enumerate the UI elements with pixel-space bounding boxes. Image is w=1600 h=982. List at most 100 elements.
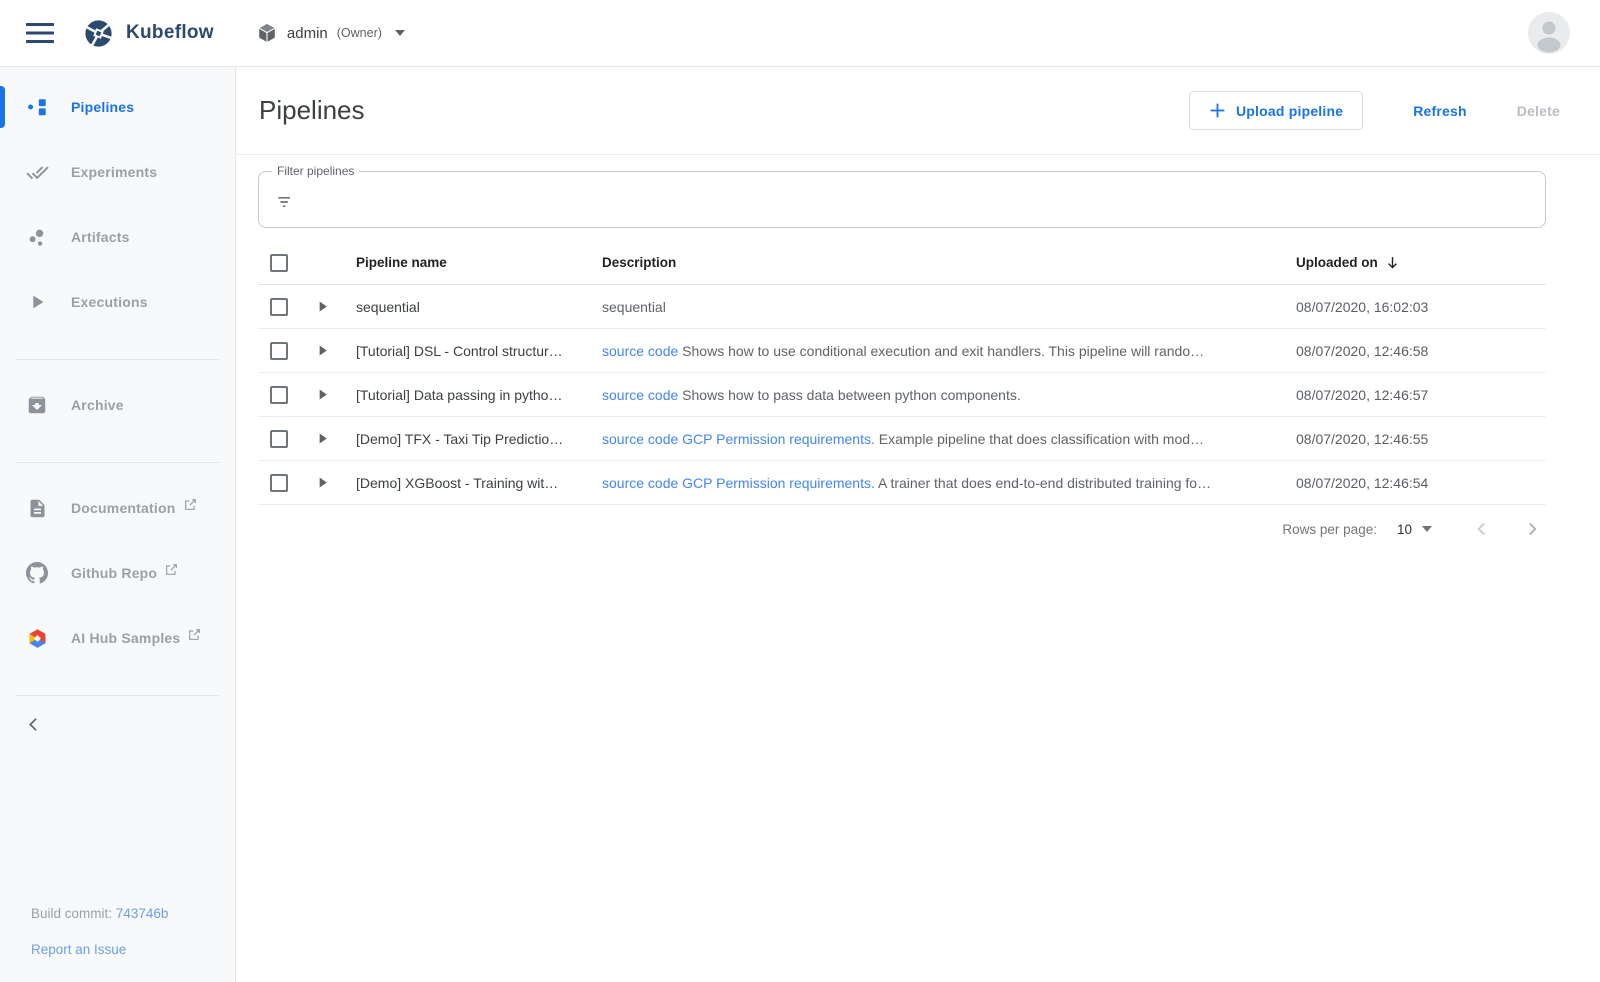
aihub-icon — [25, 627, 49, 650]
plus-icon — [1209, 102, 1226, 119]
description-link[interactable]: source code — [602, 475, 678, 491]
pipeline-description: source code GCP Permission requirements.… — [602, 431, 1296, 447]
column-description[interactable]: Description — [602, 255, 1296, 270]
artifacts-icon — [25, 226, 49, 248]
uploaded-on: 08/07/2020, 12:46:54 — [1296, 475, 1546, 491]
filter-pipelines-field[interactable]: Filter pipelines — [258, 171, 1546, 228]
pagination-bar: Rows per page: 10 — [258, 505, 1546, 553]
github-icon — [25, 562, 49, 584]
column-uploaded-on[interactable]: Uploaded on — [1296, 255, 1546, 270]
sidebar-item-archive[interactable]: Archive — [0, 385, 235, 425]
kubeflow-logo-icon — [82, 17, 115, 50]
pipeline-row-0: sequential sequential 08/07/2020, 16:02:… — [258, 285, 1546, 329]
uploaded-on: 08/07/2020, 12:46:58 — [1296, 343, 1546, 359]
namespace-caret-icon — [395, 30, 405, 36]
delete-button: Delete — [1517, 103, 1560, 119]
previous-page-button[interactable] — [1468, 515, 1496, 543]
refresh-button[interactable]: Refresh — [1413, 103, 1467, 119]
expand-row-icon[interactable] — [314, 389, 356, 400]
sidebar-item-experiments[interactable]: Experiments — [0, 152, 235, 192]
pipeline-row-4: [Demo] XGBoost - Training wit… source co… — [258, 461, 1546, 505]
sidebar: Pipelines Experiments Artifacts Executio… — [0, 67, 236, 982]
pipeline-row-1: [Tutorial] DSL - Control structur… sourc… — [258, 329, 1546, 373]
namespace-selector[interactable]: admin (Owner) — [256, 22, 405, 44]
pipeline-description: source code GCP Permission requirements.… — [602, 475, 1296, 491]
collapse-sidebar-button[interactable] — [25, 710, 53, 738]
sidebar-item-pipelines[interactable]: Pipelines — [0, 87, 235, 127]
build-commit-label: Build commit: — [31, 906, 112, 921]
pipeline-description: sequential — [602, 299, 1296, 315]
sidebar-item-artifacts[interactable]: Artifacts — [0, 217, 235, 257]
external-link-icon — [184, 498, 197, 511]
row-checkbox[interactable] — [270, 474, 288, 492]
row-checkbox[interactable] — [270, 386, 288, 404]
pipeline-row-2: [Tutorial] Data passing in pytho… source… — [258, 373, 1546, 417]
sidebar-item-documentation[interactable]: Documentation — [0, 488, 235, 528]
pipeline-name[interactable]: [Demo] TFX - Taxi Tip Predictio… — [356, 431, 602, 447]
uploaded-on: 08/07/2020, 12:46:57 — [1296, 387, 1546, 403]
column-pipeline-name[interactable]: Pipeline name — [356, 255, 602, 270]
build-commit-link[interactable]: 743746b — [116, 906, 169, 921]
pipelines-table: Pipeline name Description Uploaded on se… — [258, 241, 1546, 505]
pipeline-name[interactable]: [Tutorial] Data passing in pytho… — [356, 387, 602, 403]
expand-row-icon[interactable] — [314, 433, 356, 444]
namespace-name: admin — [287, 25, 328, 42]
pipeline-name[interactable]: sequential — [356, 299, 602, 315]
rows-per-page-label: Rows per page: — [1282, 522, 1377, 537]
filter-input[interactable] — [307, 191, 1529, 208]
description-link[interactable]: GCP Permission requirements. — [682, 431, 875, 447]
upload-pipeline-button[interactable]: Upload pipeline — [1189, 91, 1363, 130]
pipeline-name[interactable]: [Demo] XGBoost - Training wit… — [356, 475, 602, 491]
top-bar: Kubeflow admin (Owner) — [0, 0, 1600, 67]
namespace-cube-icon — [256, 22, 278, 44]
expand-row-icon[interactable] — [314, 301, 356, 312]
rows-per-page-value[interactable]: 10 — [1397, 522, 1412, 537]
sidebar-divider — [16, 695, 219, 696]
sidebar-divider — [16, 462, 219, 463]
uploaded-on: 08/07/2020, 16:02:03 — [1296, 299, 1546, 315]
row-checkbox[interactable] — [270, 298, 288, 316]
sidebar-item-executions[interactable]: Executions — [0, 282, 235, 322]
experiments-icon — [25, 161, 49, 184]
sort-desc-icon — [1385, 255, 1400, 270]
pipeline-name[interactable]: [Tutorial] DSL - Control structur… — [356, 343, 602, 359]
row-checkbox[interactable] — [270, 342, 288, 360]
active-indicator — [0, 86, 5, 128]
row-checkbox[interactable] — [270, 430, 288, 448]
filter-label: Filter pipelines — [272, 164, 359, 178]
rows-per-page-caret-icon[interactable] — [1422, 526, 1432, 532]
sidebar-item-github-repo[interactable]: Github Repo — [0, 553, 235, 593]
select-all-checkbox[interactable] — [270, 254, 288, 272]
sidebar-footer: Build commit: 743746b Report an Issue — [0, 907, 235, 982]
external-link-icon — [188, 628, 201, 641]
page-header: Pipelines Upload pipeline Refresh Delete — [236, 67, 1600, 155]
external-link-icon — [165, 563, 178, 576]
menu-icon[interactable] — [25, 21, 55, 45]
namespace-role: (Owner) — [337, 26, 382, 40]
sidebar-divider — [16, 359, 219, 360]
avatar[interactable] — [1528, 12, 1570, 54]
next-page-button[interactable] — [1518, 515, 1546, 543]
documentation-icon — [25, 498, 49, 519]
filter-icon — [275, 185, 295, 214]
main-content: Pipelines Upload pipeline Refresh Delete… — [236, 67, 1600, 982]
table-header-row: Pipeline name Description Uploaded on — [258, 241, 1546, 285]
pipelines-icon — [25, 96, 49, 118]
pipeline-description: source code Shows how to use conditional… — [602, 343, 1296, 359]
page-title: Pipelines — [259, 95, 365, 126]
pipeline-row-3: [Demo] TFX - Taxi Tip Predictio… source … — [258, 417, 1546, 461]
description-link[interactable]: source code — [602, 387, 678, 403]
sidebar-item-ai-hub-samples[interactable]: AI Hub Samples — [0, 618, 235, 658]
description-link[interactable]: source code — [602, 431, 678, 447]
expand-row-icon[interactable] — [314, 477, 356, 488]
pipeline-description: source code Shows how to pass data betwe… — [602, 387, 1296, 403]
archive-icon — [25, 394, 49, 416]
report-issue-link[interactable]: Report an Issue — [31, 942, 126, 957]
executions-icon — [25, 291, 49, 313]
brand-name: Kubeflow — [126, 22, 214, 44]
description-link[interactable]: GCP Permission requirements. — [682, 475, 875, 491]
expand-row-icon[interactable] — [314, 345, 356, 356]
kubeflow-brand[interactable]: Kubeflow — [82, 17, 214, 50]
description-link[interactable]: source code — [602, 343, 678, 359]
uploaded-on: 08/07/2020, 12:46:55 — [1296, 431, 1546, 447]
